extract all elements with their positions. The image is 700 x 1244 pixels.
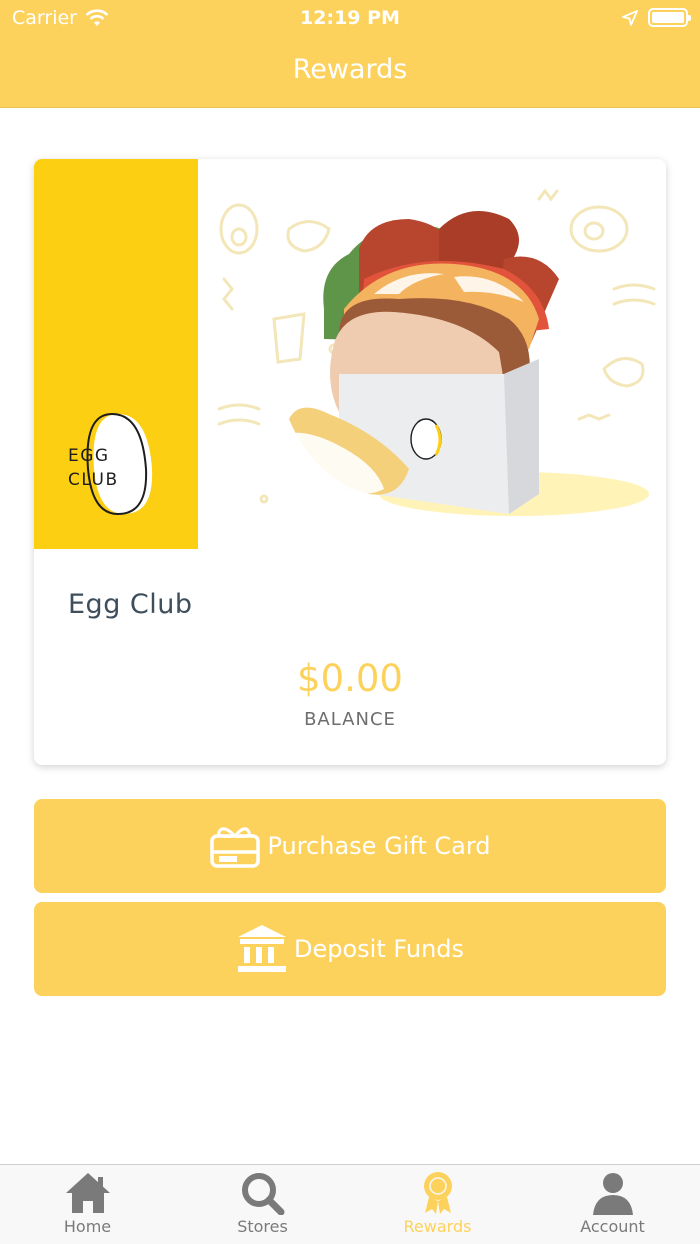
rewards-badge-icon — [423, 1172, 452, 1214]
tab-bar: Home Stores Rewards Account — [0, 1164, 700, 1244]
balance-amount: $0.00 — [297, 657, 403, 700]
bank-icon — [237, 925, 286, 972]
tab-home[interactable]: Home — [0, 1165, 175, 1244]
rewards-card[interactable]: EGG CLUB Egg Club $0.00 BALANCE — [34, 159, 666, 765]
svg-text:EGG: EGG — [68, 446, 110, 466]
tab-stores-label: Stores — [237, 1217, 288, 1236]
card-name: Egg Club — [68, 589, 193, 620]
tab-account[interactable]: Account — [525, 1165, 700, 1244]
tab-stores[interactable]: Stores — [175, 1165, 350, 1244]
navigation-bar: Carrier 12:19 PM Rewards — [0, 0, 700, 108]
home-icon — [65, 1173, 110, 1213]
tab-home-label: Home — [63, 1217, 112, 1236]
status-time: 12:19 PM — [300, 7, 400, 29]
tab-account-label: Account — [580, 1217, 645, 1236]
person-icon — [592, 1173, 633, 1215]
deposit-funds-button[interactable]: Deposit Funds — [34, 902, 666, 996]
deposit-funds-label: Deposit Funds — [293, 935, 465, 963]
svg-text:CLUB: CLUB — [68, 470, 119, 490]
battery-icon — [648, 8, 691, 27]
balance-label: BALANCE — [304, 709, 396, 730]
tab-rewards-label: Rewards — [403, 1217, 472, 1236]
page-title: Rewards — [292, 54, 408, 85]
search-icon — [241, 1173, 284, 1215]
egg-club-logo: EGG CLUB — [68, 412, 153, 516]
status-right-group — [622, 8, 691, 27]
location-arrow-icon — [622, 9, 638, 26]
tab-rewards[interactable]: Rewards — [350, 1165, 525, 1244]
gift-card-icon — [210, 827, 261, 868]
purchase-gift-card-button[interactable]: Purchase Gift Card — [34, 799, 666, 893]
purchase-gift-card-label: Purchase Gift Card — [267, 832, 491, 860]
status-bar: Carrier 12:19 PM — [0, 0, 700, 36]
brand-strip: EGG CLUB — [34, 159, 198, 549]
